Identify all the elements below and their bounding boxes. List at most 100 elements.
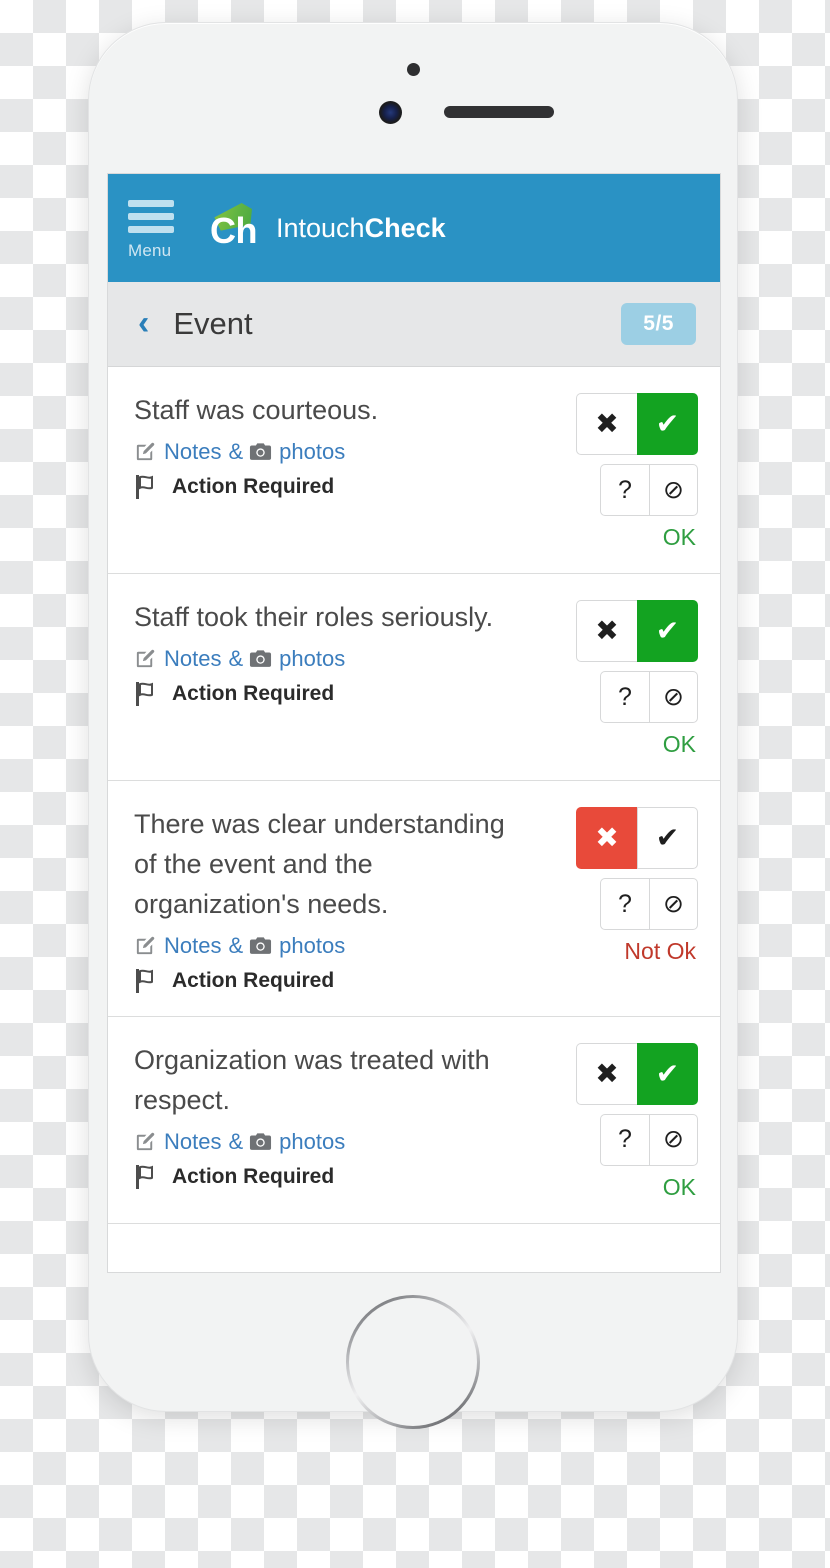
answer-controls: ✖ ✔? ⊘ OK — [546, 391, 698, 551]
answer-na-button[interactable]: ⊘ — [649, 464, 698, 516]
photos-label: photos — [279, 1128, 346, 1154]
answer-unknown-button[interactable]: ? — [600, 671, 649, 723]
intouchcheck-logo-icon: Ch — [204, 199, 260, 257]
brand-name: IntouchCheck — [276, 212, 446, 243]
action-required-row[interactable]: Action Required — [134, 474, 534, 500]
photos-label: photos — [279, 438, 346, 464]
brand-name-light: Intouch — [276, 212, 365, 243]
photos-label: photos — [279, 932, 346, 958]
camera-icon — [249, 936, 272, 956]
notes-and-photos-link[interactable]: Notes & photos — [134, 646, 534, 672]
phone-device-frame: Menu Ch IntouchCheck ‹ Event 5/5 Staff w… — [88, 22, 738, 1426]
question-row-partial — [108, 1223, 720, 1240]
question-text: There was clear understanding of the eve… — [134, 809, 505, 919]
notes-and-photos-link[interactable]: Notes & photos — [134, 933, 534, 959]
brand-logo: Ch IntouchCheck — [204, 199, 446, 257]
question-row: Organization was treated with respect. No… — [108, 1016, 720, 1224]
phone-screen: Menu Ch IntouchCheck ‹ Event 5/5 Staff w… — [107, 173, 721, 1273]
ampersand: & — [228, 932, 244, 958]
notes-label: Notes — [164, 438, 222, 464]
flag-icon — [134, 681, 162, 707]
question-row: Staff took their roles seriously. Notes & p… — [108, 574, 720, 781]
yes-no-button-group: ✖ ✔ — [576, 807, 698, 869]
answer-no-button[interactable]: ✖ — [576, 393, 637, 455]
menu-button[interactable]: Menu — [128, 196, 186, 261]
status-badge: OK — [662, 731, 696, 757]
answer-unknown-button[interactable]: ? — [600, 1113, 649, 1166]
photos-label: photos — [279, 645, 346, 671]
secondary-button-group: ? ⊘ — [600, 671, 698, 723]
proximity-sensor-icon — [407, 63, 420, 76]
yes-no-button-group: ✖ ✔ — [576, 1042, 698, 1105]
edit-note-icon — [134, 440, 157, 463]
camera-icon — [249, 1132, 272, 1152]
question-text: Staff was courteous. — [134, 395, 379, 425]
flag-icon — [134, 474, 162, 500]
question-row: Staff was courteous. Notes & photos Action R… — [108, 367, 720, 574]
menu-button-label: Menu — [128, 240, 172, 260]
action-required-row[interactable]: Action Required — [134, 681, 534, 707]
question-content: Organization was treated with respect. No… — [134, 1041, 546, 1201]
question-text: Staff took their roles seriously. — [134, 602, 494, 632]
action-required-label: Action Required — [172, 474, 335, 498]
flag-icon — [134, 968, 162, 994]
action-required-label: Action Required — [172, 968, 335, 992]
answer-yes-button[interactable]: ✔ — [637, 600, 698, 662]
answer-na-button[interactable]: ⊘ — [649, 1113, 698, 1166]
edit-note-icon — [134, 934, 157, 957]
answer-yes-button[interactable]: ✔ — [637, 393, 698, 455]
chevron-left-icon[interactable]: ‹ — [138, 306, 149, 340]
answer-controls: ✖ ✔? ⊘ OK — [546, 1041, 698, 1201]
action-required-row[interactable]: Action Required — [134, 1164, 534, 1190]
ampersand: & — [228, 438, 244, 464]
answer-yes-button[interactable]: ✔ — [637, 1042, 698, 1105]
question-row: There was clear understanding of the eve… — [108, 781, 720, 1017]
question-content: Staff took their roles seriously. Notes & p… — [134, 598, 546, 758]
secondary-button-group: ? ⊘ — [600, 1113, 698, 1166]
camera-icon — [249, 649, 272, 669]
status-badge: OK — [662, 1173, 696, 1200]
secondary-button-group: ? ⊘ — [600, 878, 698, 930]
brand-name-bold: Check — [364, 212, 446, 243]
answer-unknown-button[interactable]: ? — [600, 464, 649, 516]
answer-na-button[interactable]: ⊘ — [649, 671, 698, 723]
yes-no-button-group: ✖ ✔ — [576, 393, 698, 455]
question-list: Staff was courteous. Notes & photos Action R… — [108, 367, 720, 1240]
earpiece-speaker — [444, 106, 554, 118]
answer-no-button[interactable]: ✖ — [576, 600, 637, 662]
answer-yes-button[interactable]: ✔ — [637, 807, 698, 869]
answer-controls: ✖ ✔? ⊘ OK — [546, 598, 698, 758]
notes-label: Notes — [164, 932, 222, 958]
front-camera-icon — [379, 101, 402, 124]
camera-icon — [249, 442, 272, 462]
action-required-row[interactable]: Action Required — [134, 968, 534, 994]
section-subheader: ‹ Event 5/5 — [108, 282, 720, 367]
notes-and-photos-link[interactable]: Notes & photos — [134, 439, 534, 465]
logo-mark-text: Ch — [210, 210, 258, 251]
notes-label: Notes — [164, 1128, 222, 1154]
question-content: There was clear understanding of the eve… — [134, 805, 546, 994]
answer-no-button[interactable]: ✖ — [576, 1042, 637, 1105]
page-title: Event — [173, 306, 253, 341]
status-badge: Not Ok — [624, 938, 696, 964]
action-required-label: Action Required — [172, 681, 335, 705]
notes-label: Notes — [164, 645, 222, 671]
answer-unknown-button[interactable]: ? — [600, 878, 649, 930]
yes-no-button-group: ✖ ✔ — [576, 600, 698, 662]
answer-controls: ✖ ✔? ⊘ Not Ok — [546, 805, 698, 994]
edit-note-icon — [134, 647, 157, 670]
status-badge: OK — [662, 524, 696, 550]
flag-icon — [134, 1164, 162, 1190]
home-button[interactable] — [346, 1295, 480, 1429]
app-header: Menu Ch IntouchCheck — [108, 174, 720, 282]
question-text: Organization was treated with respect. — [134, 1044, 490, 1115]
action-required-label: Action Required — [172, 1164, 335, 1188]
notes-and-photos-link[interactable]: Notes & photos — [134, 1129, 534, 1155]
answer-na-button[interactable]: ⊘ — [649, 878, 698, 930]
progress-badge: 5/5 — [621, 303, 696, 345]
secondary-button-group: ? ⊘ — [600, 464, 698, 516]
edit-note-icon — [134, 1130, 157, 1153]
ampersand: & — [228, 1128, 244, 1154]
hamburger-icon — [128, 199, 174, 239]
answer-no-button[interactable]: ✖ — [576, 807, 637, 869]
